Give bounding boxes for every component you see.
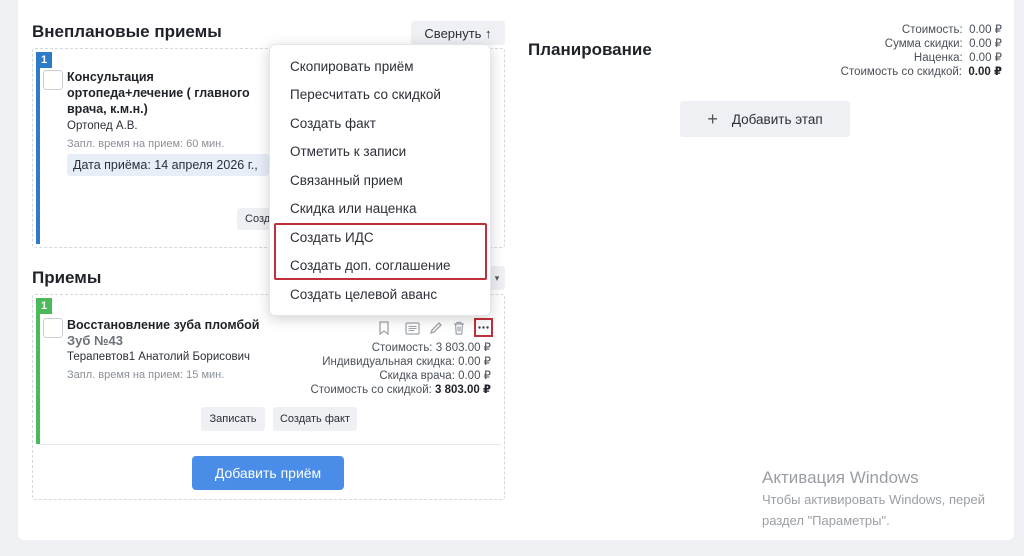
appointment-card-number: 1 (36, 298, 52, 314)
menu-item-linked[interactable]: Связанный прием (290, 173, 403, 188)
unplanned-title: Внеплановые приемы (32, 22, 222, 41)
bookmark-icon[interactable] (376, 320, 392, 336)
appointment-card-bar (36, 298, 40, 444)
appointment-cost: Стоимость: 3 803.00 ₽ (371, 342, 491, 354)
document-icon[interactable] (404, 320, 420, 336)
watermark-title: Активация Windows (762, 468, 919, 487)
planning-title: Планирование (528, 40, 652, 59)
unplanned-card-checkbox[interactable] (43, 70, 63, 90)
appointment-card-tooth: Зуб №43 (67, 333, 123, 348)
appointment-doctor-discount: Скидка врача: 0.00 ₽ (379, 370, 491, 382)
menu-item-mark-booking[interactable]: Отметить к записи (290, 144, 406, 159)
menu-item-discount[interactable]: Скидка или наценка (290, 201, 416, 216)
unplanned-card-create-button[interactable]: Созд (237, 208, 271, 230)
menu-item-target-advance[interactable]: Создать целевой аванс (290, 287, 437, 302)
appointment-card-doctor: Терапевтов1 Анатолий Борисович (67, 351, 251, 363)
appointment-card-time: Запл. время на прием: 15 мин. (67, 369, 225, 381)
unplanned-card-date-chip: Дата приёма: 14 апреля 2026 г., (67, 154, 269, 176)
add-stage-label: Добавить этап (731, 111, 823, 127)
appointment-discounted-cost: Стоимость со скидкой: 3 803.00 ₽ (310, 384, 491, 396)
appointment-card-divider (40, 444, 501, 445)
menu-item-copy[interactable]: Скопировать приём (290, 59, 414, 74)
highlight-box (274, 223, 487, 280)
create-fact-button[interactable]: Создать факт (273, 407, 357, 431)
planning-discount-sum: Сумма скидки: 0.00 ₽ (884, 38, 1002, 50)
unplanned-card-doctor: Ортопед А.В. (67, 120, 138, 132)
unplanned-card-number: 1 (36, 52, 52, 68)
pencil-icon[interactable] (428, 320, 444, 336)
menu-item-recalculate[interactable]: Пересчитать со скидкой (290, 87, 441, 102)
planning-markup: Наценка: 0.00 ₽ (913, 52, 1002, 64)
appointment-individual-discount: Индивидуальная скидка: 0.00 ₽ (322, 356, 491, 368)
add-appointment-button[interactable]: Добавить приём (192, 456, 344, 490)
appointments-title: Приемы (32, 268, 102, 287)
collapse-button[interactable]: Свернуть ↑ (411, 21, 505, 45)
book-button[interactable]: Записать (201, 407, 265, 431)
trash-icon[interactable] (451, 320, 467, 336)
unplanned-card-time: Запл. время на прием: 60 мин. (67, 138, 225, 150)
planning-cost: Стоимость: 0.00 ₽ (901, 24, 1002, 36)
chevron-icon: ▾ (494, 272, 500, 283)
watermark-line1: Чтобы активировать Windows, перей (762, 492, 986, 507)
unplanned-card-date: Дата приёма: 14 апреля 2026 г., (73, 158, 258, 172)
appointment-card-checkbox[interactable] (43, 318, 63, 338)
add-stage-button[interactable]: + Добавить этап (680, 101, 850, 137)
planning-discounted-cost: Стоимость со скидкой: 0.00 ₽ (840, 66, 1002, 78)
more-dots-icon (478, 326, 489, 329)
more-options-button[interactable] (474, 318, 493, 337)
menu-item-create-fact[interactable]: Создать факт (290, 116, 376, 131)
appointments-collapse-button[interactable]: ▾ (489, 266, 505, 290)
plus-icon: + (707, 109, 718, 129)
unplanned-card-title: Консультация ортопеда+лечение ( главного… (67, 70, 250, 116)
watermark-line2: раздел "Параметры". (762, 513, 890, 528)
unplanned-card-bar (36, 52, 40, 244)
appointment-card-title: Восстановление зуба пломбой (67, 318, 260, 332)
